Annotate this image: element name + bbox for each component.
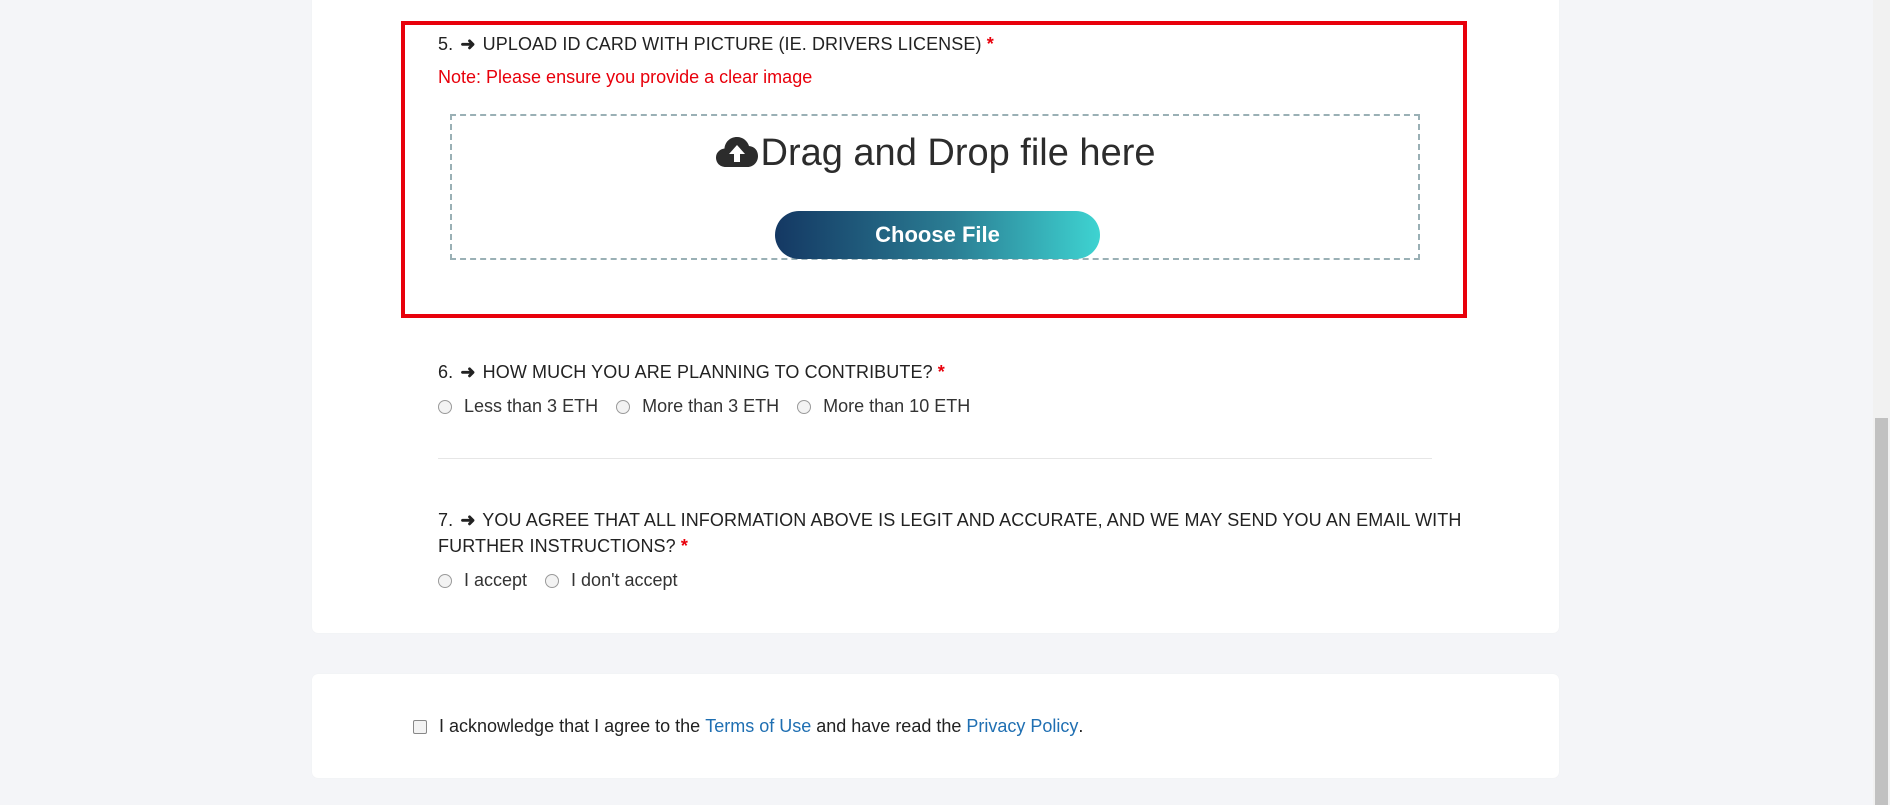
question-5-number: 5.	[438, 34, 454, 54]
acknowledge-row: I acknowledge that I agree to the Terms …	[413, 716, 1083, 737]
question-7-label-line2: FURTHER INSTRUCTIONS? *	[438, 536, 688, 557]
ack-text-before: I acknowledge that I agree to the	[439, 716, 701, 736]
question-5-label: 5. ➜ UPLOAD ID CARD WITH PICTURE (IE. DR…	[438, 34, 994, 55]
ack-text-middle: and have read the	[816, 716, 962, 736]
dropzone-text: Drag and Drop file here	[760, 132, 1156, 174]
agreement-option-accept[interactable]: I accept	[438, 570, 527, 591]
scrollbar-thumb[interactable]	[1875, 418, 1888, 805]
question-7-label: 7. ➜ YOU AGREE THAT ALL INFORMATION ABOV…	[438, 510, 1461, 531]
radio-button[interactable]	[616, 399, 631, 414]
question-7-text-line1: YOU AGREE THAT ALL INFORMATION ABOVE IS …	[482, 510, 1462, 530]
scrollbar-track[interactable]	[1873, 0, 1890, 805]
radio-button[interactable]	[545, 573, 560, 588]
question-7-text-line2: FURTHER INSTRUCTIONS?	[438, 536, 676, 556]
option-label: More than 10 ETH	[823, 396, 971, 416]
acknowledge-checkbox[interactable]	[413, 719, 427, 734]
terms-of-use-link[interactable]: Terms of Use	[705, 716, 811, 737]
arrow-right-icon: ➜	[460, 510, 476, 530]
question-6-number: 6.	[438, 362, 454, 382]
choose-file-button[interactable]: Choose File	[775, 211, 1100, 259]
option-label: I don't accept	[571, 570, 678, 590]
file-dropzone[interactable]: Drag and Drop file here Choose File	[450, 114, 1420, 260]
arrow-right-icon: ➜	[460, 362, 476, 382]
question-5-text: UPLOAD ID CARD WITH PICTURE (IE. DRIVERS…	[482, 34, 982, 54]
section-divider	[438, 458, 1432, 459]
required-mark: *	[680, 536, 688, 556]
arrow-right-icon: ➜	[460, 34, 476, 54]
option-label: I accept	[464, 570, 528, 590]
contribution-option-more-3[interactable]: More than 3 ETH	[616, 396, 779, 417]
privacy-policy-link[interactable]: Privacy Policy	[966, 716, 1078, 737]
agreement-option-decline[interactable]: I don't accept	[545, 570, 678, 591]
upload-note: Note: Please ensure you provide a clear …	[438, 67, 813, 87]
dropzone-title: Drag and Drop file here	[452, 132, 1418, 175]
radio-button[interactable]	[797, 399, 812, 414]
radio-button[interactable]	[438, 573, 452, 588]
radio-button[interactable]	[438, 399, 452, 414]
question-7-number: 7.	[438, 510, 454, 530]
contribution-option-more-10[interactable]: More than 10 ETH	[797, 396, 970, 417]
required-mark: *	[986, 34, 994, 54]
question-6-label: 6. ➜ HOW MUCH YOU ARE PLANNING TO CONTRI…	[438, 362, 945, 383]
ack-text-after: .	[1078, 716, 1084, 736]
option-label: Less than 3 ETH	[464, 396, 599, 416]
cloud-upload-icon	[715, 137, 758, 167]
contribution-options: Less than 3 ETH More than 3 ETH More tha…	[438, 396, 988, 417]
option-label: More than 3 ETH	[642, 396, 780, 416]
question-6-text: HOW MUCH YOU ARE PLANNING TO CONTRIBUTE?	[482, 362, 933, 382]
contribution-option-less-3[interactable]: Less than 3 ETH	[438, 396, 598, 417]
required-mark: *	[937, 362, 945, 382]
agreement-options: I accept I don't accept	[438, 570, 696, 591]
